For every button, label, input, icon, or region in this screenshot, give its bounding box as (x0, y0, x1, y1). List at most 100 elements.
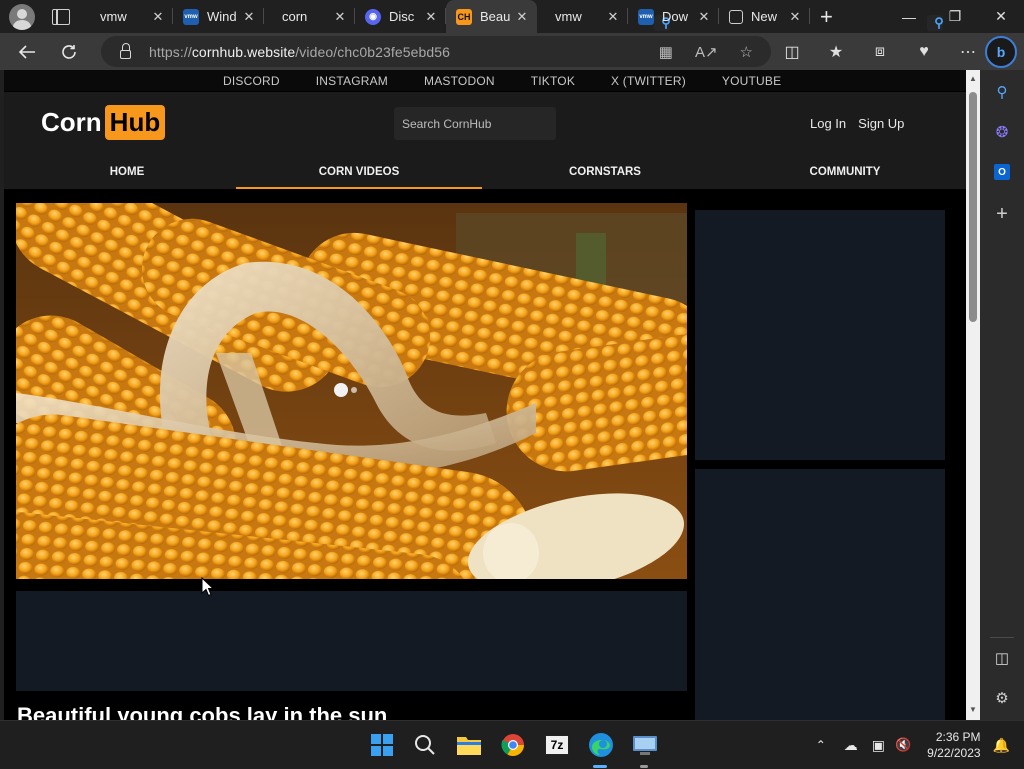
tab-title: Disc (389, 9, 415, 24)
more-menu-icon[interactable]: ⋯ (946, 42, 990, 62)
system-tray: ⌃ ☁ ▣ 🔇 2:36 PM 9/22/2023 🔔 (816, 721, 1024, 769)
sidebar-divider (990, 637, 1014, 638)
split-screen-icon[interactable]: ◫ (770, 42, 814, 62)
browser-tab[interactable]: vmw Dow ✕ (628, 0, 719, 33)
video-player[interactable] (16, 203, 687, 579)
back-arrow-icon (18, 44, 35, 59)
nav-item[interactable]: CORNSTARS (482, 161, 728, 189)
scrollbar-thumb[interactable] (969, 92, 977, 322)
close-window-button[interactable]: ✕ (978, 0, 1024, 33)
site-logo[interactable]: Corn Hub (41, 105, 166, 140)
browser-tab[interactable]: vmw Wind ✕ (173, 0, 264, 33)
sidebar-ad-panel-top (695, 210, 945, 460)
sidebar-add-icon[interactable]: + (992, 203, 1012, 225)
social-link[interactable]: TIKTOK (531, 74, 575, 88)
profile-avatar-icon[interactable] (9, 3, 35, 30)
lock-icon[interactable] (120, 42, 131, 59)
7zip-icon[interactable]: 7z (543, 731, 571, 759)
sidebar-settings-gear-icon[interactable]: ⚙ (992, 688, 1012, 708)
page-viewport: DISCORD INSTAGRAM MASTODON TIKTOK X (TWITTER… (4, 70, 966, 720)
close-tab-icon[interactable]: ✕ (333, 9, 347, 25)
cornhub-icon: CH (456, 8, 472, 25)
close-tab-icon[interactable]: ✕ (697, 9, 711, 25)
url-text[interactable]: https://cornhub.website/video/chc0b23fe5… (149, 44, 450, 60)
refresh-button[interactable] (48, 33, 90, 70)
tab-title: vmw (555, 9, 582, 24)
favorites-icon[interactable]: ★ (814, 42, 858, 62)
edge-sidebar: ⚲ ❂ O + ◫ ⚙ (980, 70, 1024, 720)
mouse-cursor-icon (201, 577, 214, 597)
close-tab-icon[interactable]: ✕ (788, 9, 802, 25)
browser-tab[interactable]: CH Beau ✕ (446, 0, 537, 33)
app-available-icon[interactable]: ▦ (659, 43, 673, 61)
sidebar-copilot-icon[interactable]: ❂ (992, 122, 1012, 142)
read-aloud-icon[interactable]: A↗ (695, 43, 718, 61)
chrome-icon[interactable] (499, 731, 527, 759)
start-button[interactable] (368, 731, 396, 759)
signup-link[interactable]: Sign Up (858, 116, 904, 131)
close-tab-icon[interactable]: ✕ (242, 9, 256, 25)
main-navigation: HOME CORN VIDEOS CORNSTARS COMMUNITY (4, 161, 966, 189)
back-button[interactable] (6, 33, 48, 70)
login-link[interactable]: Log In (810, 116, 846, 131)
tab-strip: ⚲vmw✕vmwWind✕⚲corn✕◉Disc✕CHBeau✕⚲vmw✕vmw… (0, 0, 1024, 33)
onedrive-icon[interactable]: ☁ (844, 737, 858, 754)
scroll-down-arrow-icon[interactable]: ▼ (969, 705, 977, 714)
social-link[interactable]: YOUTUBE (722, 74, 781, 88)
close-tab-icon[interactable]: ✕ (515, 9, 529, 25)
windows-taskbar: 7z ⌃ ☁ ▣ 🔇 2:36 PM 9/22/2023 🔔 (0, 720, 1024, 768)
social-link[interactable]: DISCORD (223, 74, 280, 88)
tab-actions-icon[interactable] (52, 8, 70, 25)
sidebar-hide-icon[interactable]: ◫ (992, 648, 1012, 668)
browser-tab[interactable]: New ✕ (719, 0, 810, 33)
tab-title: corn (282, 9, 308, 24)
discord-icon: ◉ (365, 8, 381, 25)
newtab-page-icon (729, 9, 743, 24)
restore-button[interactable]: ❐ (932, 0, 978, 33)
social-link[interactable]: X (TWITTER) (611, 74, 686, 88)
collections-icon[interactable]: ⧈ (858, 43, 902, 61)
close-tab-icon[interactable]: ✕ (606, 9, 620, 25)
edge-browser-icon[interactable] (587, 731, 615, 759)
tab-title: Beau (480, 9, 511, 24)
social-link[interactable]: MASTODON (424, 74, 495, 88)
sidebar-outlook-icon[interactable]: O (992, 162, 1012, 182)
browser-tab[interactable]: ⚲vmw✕ (82, 0, 489, 33)
close-tab-icon[interactable]: ✕ (424, 9, 438, 25)
file-explorer-icon[interactable] (455, 731, 483, 759)
browser-essentials-icon[interactable]: ♥ (902, 43, 946, 61)
show-hidden-icons-chevron-icon[interactable]: ⌃ (816, 738, 826, 752)
video-info-panel (16, 591, 687, 691)
social-link[interactable]: INSTAGRAM (316, 74, 388, 88)
browser-toolbar: https://cornhub.website/video/chc0b23fe5… (0, 33, 1024, 70)
favorite-star-icon[interactable]: ☆ (740, 43, 753, 61)
sidebar-ad-panel-bottom (695, 469, 945, 720)
browser-tab[interactable]: ⚲ corn ✕ (264, 0, 671, 33)
new-tab-button[interactable]: + (820, 4, 833, 30)
scroll-up-arrow-icon[interactable]: ▲ (969, 74, 977, 83)
taskbar-search-icon[interactable] (411, 731, 439, 759)
minimize-button[interactable]: — (886, 0, 932, 33)
remote-desktop-icon[interactable] (631, 731, 659, 759)
nav-item[interactable]: COMMUNITY (722, 161, 966, 189)
tab-list: ⚲vmw✕vmwWind✕⚲corn✕◉Disc✕CHBeau✕⚲vmw✕vmw… (82, 0, 944, 33)
bing-copilot-icon[interactable]: b (985, 36, 1017, 68)
network-icon[interactable]: ▣ (872, 737, 885, 754)
system-clock[interactable]: 2:36 PM 9/22/2023 (927, 729, 980, 761)
tab-separator (809, 8, 810, 24)
address-bar[interactable]: https://cornhub.website/video/chc0b23fe5… (101, 36, 771, 67)
close-tab-icon[interactable]: ✕ (151, 9, 165, 25)
volume-muted-icon[interactable]: 🔇 (895, 737, 911, 753)
tab-title: New (751, 9, 778, 24)
notification-bell-icon[interactable]: 🔔 (993, 737, 1010, 754)
nav-item[interactable]: HOME (4, 161, 250, 189)
tab-title: vmw (100, 9, 127, 24)
vmware-icon: vmw (638, 8, 654, 25)
browser-tab[interactable]: ⚲vmw✕ (537, 0, 944, 33)
site-search-input[interactable] (394, 107, 556, 140)
sidebar-search-icon[interactable]: ⚲ (992, 82, 1012, 102)
page-scrollbar[interactable]: ▲ ▼ (966, 70, 980, 720)
social-links-bar: DISCORD INSTAGRAM MASTODON TIKTOK X (TWITTER… (4, 70, 966, 91)
browser-tab[interactable]: ◉ Disc ✕ (355, 0, 446, 33)
nav-item[interactable]: CORN VIDEOS (236, 161, 482, 189)
